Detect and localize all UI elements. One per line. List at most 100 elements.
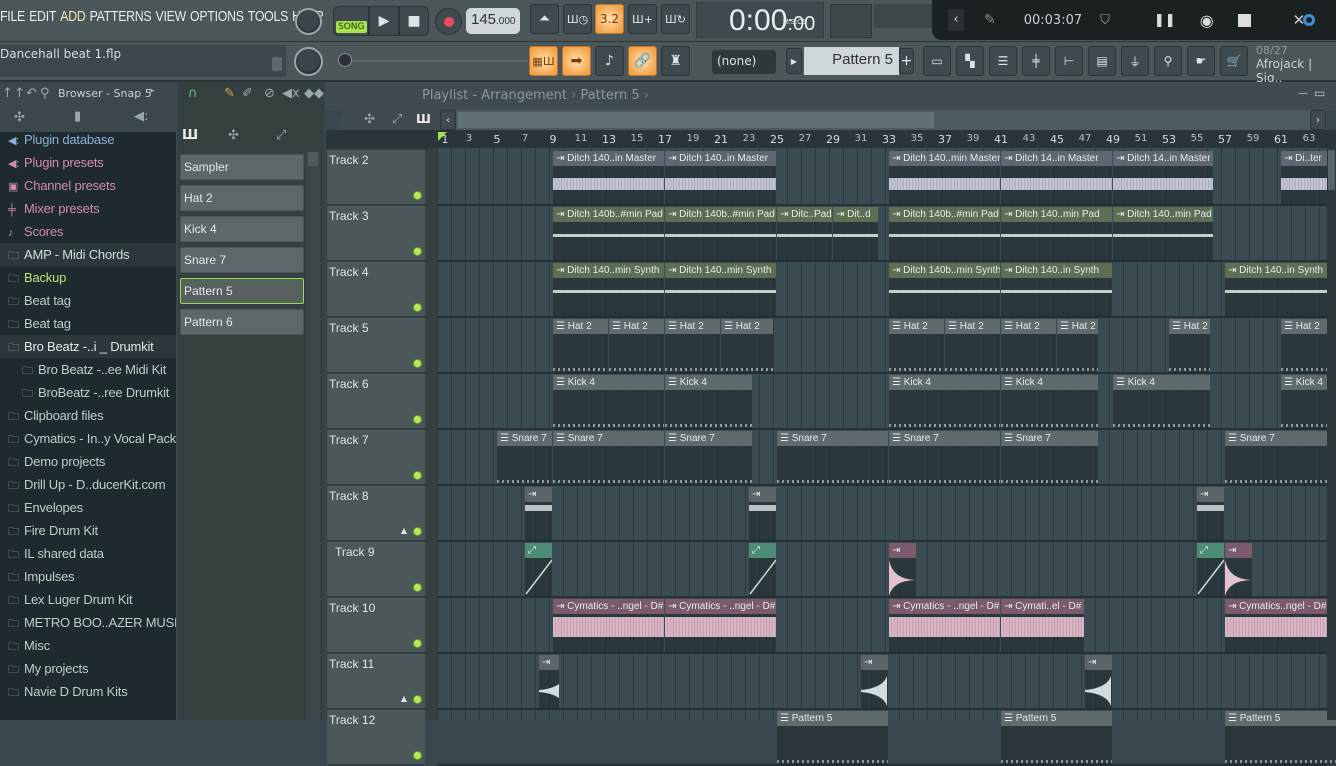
playlist-clip[interactable]: ☰ Kick 4 [1001,375,1098,429]
playlist-view-label[interactable]: Playlist - Arrangement [422,88,567,103]
browser-item[interactable]: 🗀 Bro Beatz -..ee Midi Kit [0,358,176,381]
pattern-select[interactable]: Pattern 5 [804,47,899,75]
playlist-clip[interactable]: ⇥ [539,655,559,709]
playlist-clip[interactable]: ☰ Snare 7 [889,431,1000,485]
playlist-clip[interactable]: ⇥ Cymatics - ..ngel - D# [553,599,664,653]
playlist-pattern-label[interactable]: Pattern 5 [580,88,639,103]
playlist-clip[interactable]: ☰ Hat 2 [665,319,720,373]
playlist-clip[interactable]: ⇥ Ditch 140..min Pad [1113,207,1213,261]
snap-magnet-icon[interactable]: ∩ [188,86,198,101]
playlist-clip[interactable]: ⇥ Cymati..el - D# [1001,599,1084,653]
stop-recording-icon[interactable] [1237,13,1251,27]
channel-rack-button[interactable]: ☰ [989,46,1017,76]
playlist-clip[interactable]: ⇥ Ditch 140..min Master [889,151,1000,205]
browser-item[interactable]: ▣ Channel presets [0,174,176,197]
delete-tool-icon[interactable]: ⊘ [264,86,275,101]
menu-options[interactable]: OPTIONS [190,8,244,25]
channel-button[interactable]: Hat 2 [180,185,304,211]
playlist-clip[interactable]: ☰ Pattern 5 [1001,711,1112,765]
browser-undo-icon[interactable]: ↶ [26,86,37,101]
playlist-clip[interactable]: ☰ Snare 7 [1225,431,1329,485]
pattern-play-button[interactable]: ▶ [786,48,802,74]
browser-item[interactable]: ♪ Scores [0,220,176,243]
browser-item[interactable]: 🗀 Impulses [0,565,176,588]
step-edit-arrow-button[interactable]: ➡ [562,46,591,76]
playlist-audio-tab-icon[interactable]: ✣ [364,112,375,127]
playlist-clip[interactable]: ☰ Hat 2 [721,319,774,373]
playlist-clip[interactable]: ⇥ Ditch 140..min Synth [553,263,664,317]
master-pitch-knob[interactable] [294,47,323,76]
loop-record-button[interactable]: Ш↻ [661,4,690,34]
track-header[interactable]: Track 6 [327,374,425,429]
browser-item[interactable]: 🗀 Fire Drum Kit [0,519,176,542]
paint-tool-icon[interactable]: ✐ [242,86,253,101]
record-button[interactable] [435,8,462,35]
news-panel[interactable]: 08/27 Afrojack | Sig.. [1256,44,1336,85]
browser-item[interactable]: 🗀 Navie D Drum Kits [0,680,176,703]
wait-for-input-button[interactable]: Ш◷ [563,4,592,34]
browser-item[interactable]: 🗀 Misc [0,634,176,657]
plugin-picker-button[interactable]: ⏚ [1121,46,1149,76]
song-position-display[interactable]: 0:00:00 M:S:CS [696,2,824,38]
track-name[interactable]: Track 5 [329,321,369,335]
track-expand-icon[interactable]: ▲ [401,694,407,703]
channel-button[interactable]: Pattern 5 [180,278,304,304]
browser-item[interactable]: 🗀 METRO BOO..AZER MUSIC [0,611,176,634]
playlist-window-button[interactable]: ▭ [923,46,951,76]
playlist-clip[interactable]: ⇥ Ditch 14..in Master [1001,151,1112,205]
track-name[interactable]: Track 12 [329,713,375,727]
playlist-clip[interactable]: ⇥ [749,487,776,541]
track-header[interactable]: Track 12 [327,710,425,765]
draw-tool-icon[interactable]: ✎ [224,86,235,101]
track-mute-led[interactable] [413,303,422,312]
track-name[interactable]: Track 10 [329,601,375,615]
playlist-clip[interactable]: ☰ Hat 2 [1001,319,1056,373]
playlist-clip[interactable]: ⇥ Ditch 140..in Synth [1225,263,1329,317]
mixer-button[interactable]: ╪ [1022,46,1050,76]
browser-item[interactable]: 🗀 Cymatics - In..y Vocal Pack [0,427,176,450]
browser-back-icon[interactable]: ↑ [14,86,25,101]
playlist-clip[interactable]: ⇥ Ditch 140b..min Synth [889,263,1000,317]
browser-item[interactable]: 🗀 Lex Luger Drum Kit [0,588,176,611]
channel-select-dropdown[interactable]: (none) [712,50,776,74]
pat-song-toggle[interactable]: SONG [333,6,369,36]
playlist-clip[interactable]: ☰ Kick 4 [665,375,753,429]
playlist-clip[interactable]: ⇥ Cymatics..ngel - D# [1225,599,1329,653]
typing-keyboard-button[interactable]: ▦Ш [529,46,558,76]
track-name[interactable]: Track 4 [329,265,369,279]
browser-item[interactable]: 🗀 Beat tag [0,312,176,335]
track-header[interactable]: Track 7 [327,430,425,485]
shield-icon[interactable]: ⛉ [1100,13,1110,28]
track-header[interactable]: Track 3 [327,206,425,261]
overview-scroll-right[interactable]: › [1310,110,1326,130]
browser-item[interactable]: 🗀 Drill Up - D..ducerKit.com [0,473,176,496]
browser-next-icon[interactable]: ▸ [150,86,155,96]
track-header[interactable]: Track 11 ▲ [327,654,425,709]
track-name[interactable]: Track 2 [329,153,369,167]
track-mute-led[interactable] [413,583,422,592]
track-mute-led[interactable] [413,527,422,536]
playlist-clip[interactable]: ☰ Hat 2 [1281,319,1329,373]
browser-search-icon[interactable]: ⚲ [40,86,50,101]
track-mute-led[interactable] [413,191,422,200]
browser-plugin-icon[interactable]: ◀: [134,109,148,124]
track-mute-led[interactable] [413,639,422,648]
master-pitch-slider[interactable] [338,53,538,67]
collapse-icon[interactable]: ‹ [948,9,964,31]
menu-tools[interactable]: TOOLS [248,8,288,25]
track-mute-led[interactable] [413,751,422,760]
master-volume-knob[interactable] [295,8,322,35]
restart-icon[interactable]: ◉ [1200,11,1214,30]
browser-item[interactable]: 🗀 Bro Beatz -..i _ Drumkit [0,335,176,358]
browser-button[interactable]: ⊢ [1055,46,1083,76]
playlist-clip[interactable]: ☰ Pattern 5 [1225,711,1336,765]
stop-button[interactable]: ■ [399,6,429,36]
pencil-icon[interactable]: ✎ [984,12,996,28]
playlist-clip[interactable]: ☰ Snare 7 [1001,431,1098,485]
playlist-clip[interactable]: ⇥ Cymatics - ..ngel - D# [665,599,776,653]
browser-options-icon[interactable]: ↑ [2,86,13,101]
playlist-clip[interactable]: ⇥ Ditch 140..min Synth [665,263,776,317]
playlist-clip[interactable]: ⇥ Ditch 14..in Master [1113,151,1213,205]
playlist-clip[interactable]: ⇥ [1225,543,1252,597]
track-mute-led[interactable] [413,415,422,424]
